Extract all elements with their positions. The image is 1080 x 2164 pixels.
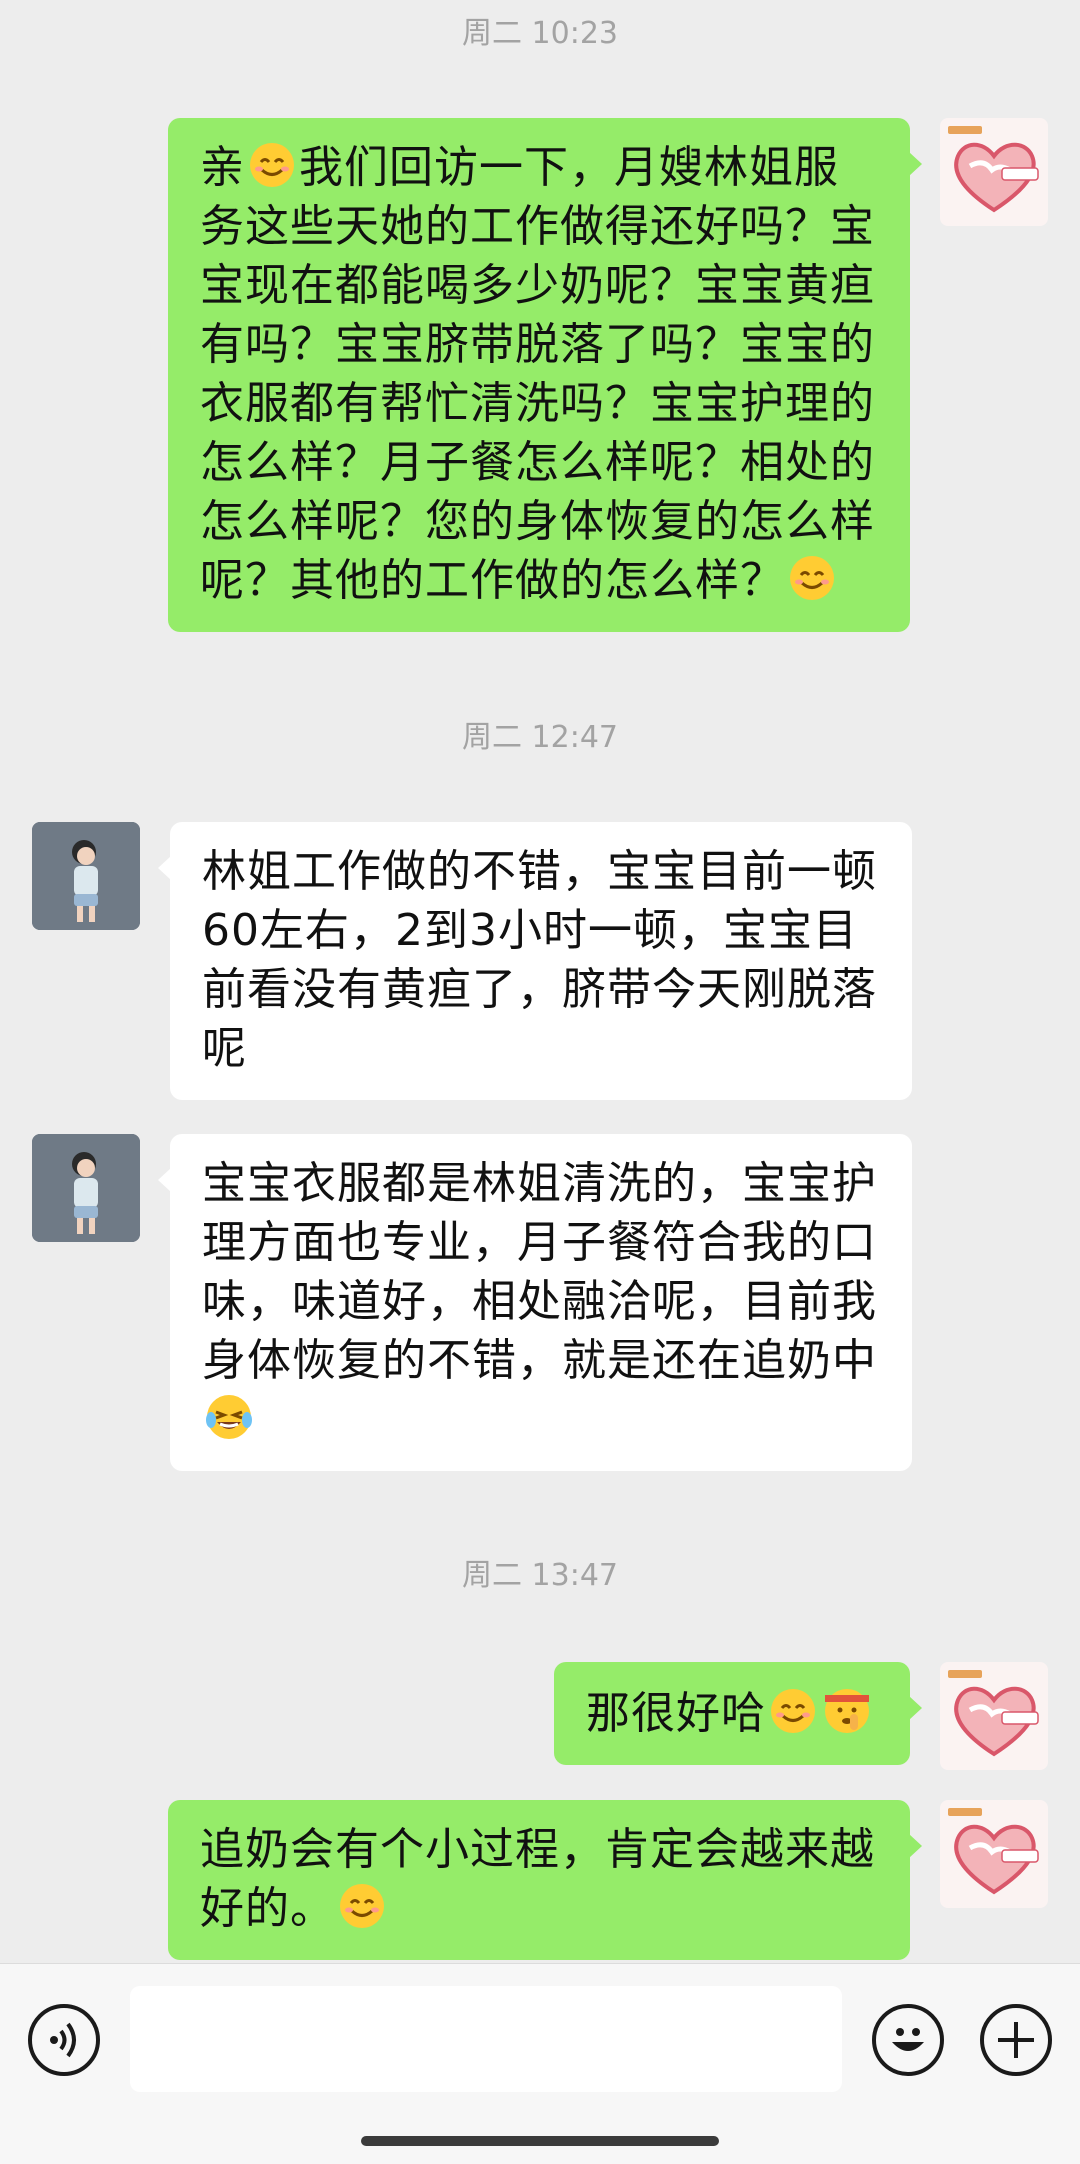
voice-button[interactable] <box>28 2004 100 2076</box>
child-photo-icon <box>32 822 140 930</box>
heart-logo-icon <box>948 126 1039 213</box>
customer-avatar[interactable] <box>32 822 140 930</box>
emoji-icon <box>892 2028 924 2051</box>
message-bubble-outgoing[interactable]: 那很好哈 <box>554 1662 922 1765</box>
message-input[interactable] <box>130 1986 842 2092</box>
heart-logo-icon <box>948 1670 1039 1757</box>
timestamp: 周二 10:23 <box>462 16 618 51</box>
smiling-face-icon <box>768 1686 818 1736</box>
emoji-button[interactable] <box>872 2004 944 2076</box>
agency-avatar[interactable] <box>940 118 1048 226</box>
message-bubble-incoming[interactable]: 宝宝衣服都是林姐清洗的，宝宝护理方面也专业，月子餐符合我的口味，味道好，相处融洽… <box>158 1134 912 1471</box>
message-text: 我们回访一下，月嫂林姐服务这些天她的工作做得还好吗？宝宝现在都能喝多少奶呢？宝宝… <box>200 142 875 606</box>
laughing-tears-icon <box>204 1392 254 1442</box>
message-bubble-outgoing[interactable]: 亲我们回访一下，月嫂林姐服务这些天她的工作做得还好吗？宝宝现在都能喝多少奶呢？宝… <box>168 118 922 632</box>
child-photo-icon <box>32 1134 140 1242</box>
home-indicator[interactable] <box>361 2136 719 2146</box>
message-text: 林姐工作做的不错，宝宝目前一顿60左右，2到3小时一顿，宝宝目前看没有黄疸了，脐… <box>202 846 877 1074</box>
message-text: 亲 <box>200 142 245 193</box>
message-bubble-incoming[interactable]: 林姐工作做的不错，宝宝目前一顿60左右，2到3小时一顿，宝宝目前看没有黄疸了，脐… <box>158 822 912 1100</box>
chat-area[interactable]: 周二 10:23 亲我们回访一下，月嫂林姐服务这些天她的工作做得还好吗？宝宝现在… <box>0 0 1080 1963</box>
message-text: 追奶会有个小过程，肯定会越来越好的。 <box>200 1824 875 1934</box>
input-bar <box>0 1963 1080 2164</box>
plus-button[interactable] <box>980 2004 1052 2076</box>
message-text: 那很好哈 <box>586 1688 766 1739</box>
voice-icon <box>50 2022 76 2058</box>
smiling-face-icon <box>787 553 837 603</box>
agency-avatar[interactable] <box>940 1662 1048 1770</box>
agency-avatar[interactable] <box>940 1800 1048 1908</box>
smiling-face-icon <box>247 140 297 190</box>
message-text: 宝宝衣服都是林姐清洗的，宝宝护理方面也专业，月子餐符合我的口味，味道好，相处融洽… <box>202 1158 877 1386</box>
smiling-face-icon <box>337 1881 387 1931</box>
shushing-face-icon <box>822 1686 872 1736</box>
heart-logo-icon <box>948 1808 1039 1895</box>
plus-icon <box>998 2022 1034 2058</box>
customer-avatar[interactable] <box>32 1134 140 1242</box>
timestamp: 周二 12:47 <box>462 720 618 755</box>
timestamp: 周二 13:47 <box>462 1558 618 1593</box>
message-bubble-outgoing[interactable]: 追奶会有个小过程，肯定会越来越好的。 <box>168 1800 922 1960</box>
